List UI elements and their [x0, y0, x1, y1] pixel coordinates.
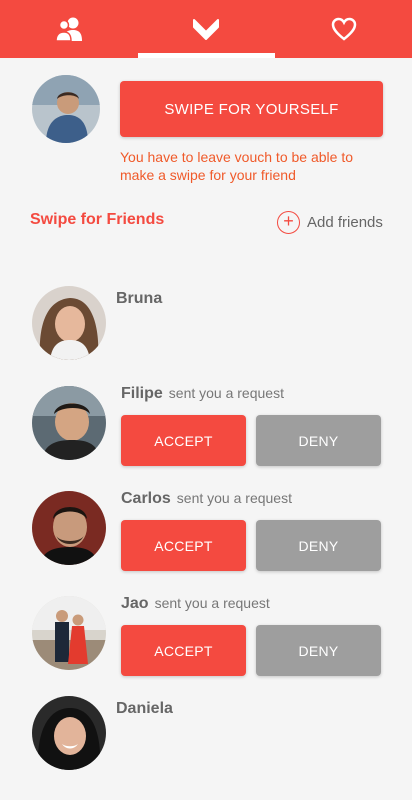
active-tab-indicator	[138, 53, 275, 58]
accept-button[interactable]: ACCEPT	[121, 625, 246, 676]
friend-name: Bruna	[116, 290, 163, 307]
heart-icon	[331, 17, 356, 41]
add-friends-label: Add friends	[307, 213, 383, 231]
request-label: sent you a request	[168, 385, 284, 401]
tab-friends[interactable]	[0, 0, 137, 58]
request-label: sent you a request	[154, 595, 270, 611]
deny-button[interactable]: DENY	[256, 415, 381, 466]
top-tab-bar	[0, 0, 412, 58]
friend-avatar[interactable]	[32, 286, 106, 360]
request-text: Jao sent you a request	[121, 595, 270, 613]
friend-avatar[interactable]	[32, 696, 106, 770]
friend-avatar[interactable]	[32, 596, 106, 670]
deny-button[interactable]: DENY	[256, 520, 381, 571]
request-text: Carlos sent you a request	[121, 490, 292, 508]
user-avatar[interactable]	[32, 75, 100, 143]
friend-avatar[interactable]	[32, 491, 106, 565]
tab-swipe[interactable]	[137, 0, 275, 58]
swipe-chevron-icon	[193, 19, 219, 40]
friend-name: Carlos	[121, 490, 171, 507]
deny-button[interactable]: DENY	[256, 625, 381, 676]
accept-button[interactable]: ACCEPT	[121, 520, 246, 571]
request-text: Filipe sent you a request	[121, 385, 284, 403]
accept-button[interactable]: ACCEPT	[121, 415, 246, 466]
vouch-note: You have to leave vouch to be able to ma…	[120, 149, 353, 183]
swipe-for-yourself-button[interactable]: SWIPE FOR YOURSELF	[120, 81, 383, 137]
friend-name: Daniela	[116, 700, 173, 717]
section-title: Swipe for Friends	[30, 211, 165, 228]
friends-icon	[54, 17, 82, 42]
add-friends-button[interactable]: + Add friends	[277, 210, 383, 234]
friend-name: Filipe	[121, 385, 163, 402]
friend-avatar[interactable]	[32, 386, 106, 460]
add-icon: +	[277, 210, 300, 234]
friend-name: Jao	[121, 595, 149, 612]
tab-matches[interactable]	[275, 0, 412, 58]
request-label: sent you a request	[176, 490, 292, 506]
